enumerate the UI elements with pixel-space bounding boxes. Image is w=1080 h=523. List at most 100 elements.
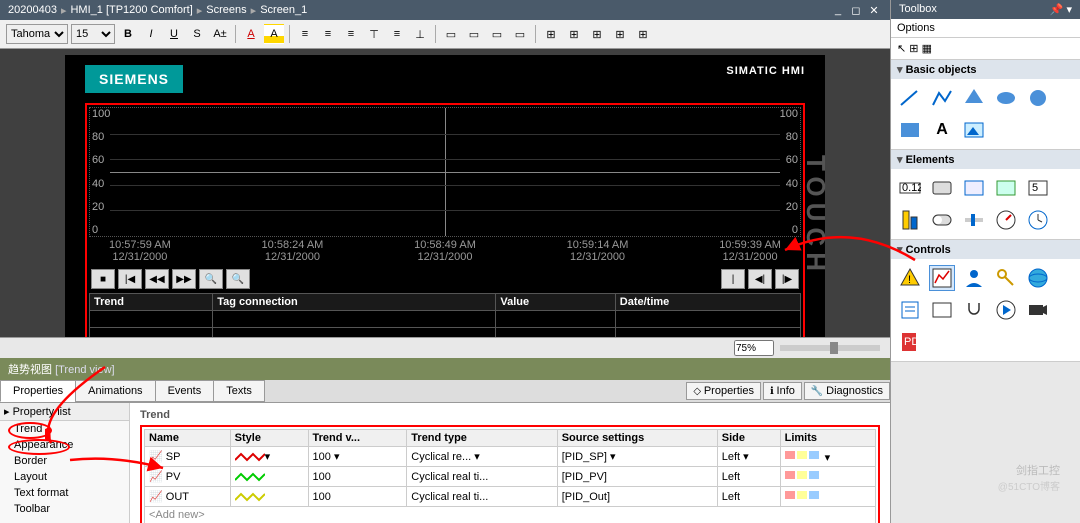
align-right-button[interactable]: ≡ <box>341 24 361 44</box>
add-new-row[interactable]: <Add new> <box>145 507 876 523</box>
breadcrumb: 20200403▸ HMI_1 [TP1200 Comfort]▸ Screen… <box>0 0 890 20</box>
italic-button[interactable]: I <box>141 24 161 44</box>
group4-button[interactable]: ⊞ <box>610 24 630 44</box>
property-nav: ▸ Property list Trend Appearance Border … <box>0 403 130 523</box>
table-row[interactable]: 📈 PV 100Cyclical real ti...[PID_PV]Left <box>145 467 876 487</box>
align-middle-button[interactable]: ≡ <box>387 24 407 44</box>
tab-texts[interactable]: Texts <box>213 380 265 402</box>
nav-border[interactable]: Border <box>0 453 129 469</box>
table-row[interactable]: 📈 SP ▾ 100 ▾Cyclical re... ▾[PID_SP] ▾Le… <box>145 447 876 467</box>
ruler1-button[interactable]: | <box>721 269 745 289</box>
property-list-header[interactable]: ▸ Property list <box>0 403 129 421</box>
symbol-icon[interactable] <box>961 175 987 201</box>
clock-icon[interactable] <box>1025 207 1051 233</box>
layer4-button[interactable]: ▭ <box>510 24 530 44</box>
align-center-button[interactable]: ≡ <box>318 24 338 44</box>
tab-properties[interactable]: Properties <box>0 380 76 402</box>
editor-canvas[interactable]: SIEMENS SIMATIC HMI TOUCH 100806040200 1… <box>0 49 890 337</box>
group3-button[interactable]: ⊞ <box>587 24 607 44</box>
toolbox-close-icon[interactable]: ▾ <box>1066 4 1072 16</box>
section-basic-objects[interactable]: Basic objects <box>891 60 1080 79</box>
layer2-button[interactable]: ▭ <box>464 24 484 44</box>
graphic-icon[interactable] <box>993 175 1019 201</box>
zoom-slider[interactable] <box>780 345 880 351</box>
stethoscope-icon[interactable] <box>961 297 987 323</box>
line-icon[interactable] <box>897 85 923 111</box>
touch-label: TOUCH <box>800 155 831 277</box>
strike-button[interactable]: S <box>187 24 207 44</box>
image-icon[interactable] <box>961 117 987 143</box>
key-icon[interactable] <box>993 265 1019 291</box>
bar-icon[interactable] <box>897 207 923 233</box>
globe-icon[interactable] <box>1025 265 1051 291</box>
align-top-button[interactable]: ⊤ <box>364 24 384 44</box>
align-bottom-button[interactable]: ⊥ <box>410 24 430 44</box>
iofield-icon[interactable]: 0.12 <box>897 175 923 201</box>
switch-icon[interactable] <box>929 207 955 233</box>
grid1-icon[interactable]: ⊞ <box>909 43 918 55</box>
rtab-diagnostics[interactable]: 🔧 Diagnostics <box>804 382 890 400</box>
fontcase-button[interactable]: A± <box>210 24 230 44</box>
rewind-button[interactable]: ◀◀ <box>145 269 169 289</box>
tab-events[interactable]: Events <box>155 380 215 402</box>
media-icon[interactable] <box>929 297 955 323</box>
font-family-select[interactable]: Tahoma <box>6 24 68 44</box>
first-button[interactable]: |◀ <box>118 269 142 289</box>
layer3-button[interactable]: ▭ <box>487 24 507 44</box>
text-icon[interactable]: A <box>929 117 955 143</box>
cursor-icon[interactable]: ↖ <box>897 43 906 55</box>
fontcolor-button[interactable]: A <box>241 24 261 44</box>
format-toolbar: Tahoma 15 B I U S A± A A ≡ ≡ ≡ ⊤ ≡ ⊥ ▭ ▭… <box>0 20 890 49</box>
slider-icon[interactable] <box>961 207 987 233</box>
table-row[interactable]: 📈 OUT 100Cyclical real ti...[PID_Out]Lef… <box>145 487 876 507</box>
polygon-icon[interactable] <box>961 85 987 111</box>
rtab-info[interactable]: ℹ Info <box>763 382 802 400</box>
font-size-select[interactable]: 15 <box>71 24 115 44</box>
section-elements[interactable]: Elements <box>891 150 1080 169</box>
alarm-icon[interactable]: ! <box>897 265 923 291</box>
rect-icon[interactable] <box>897 117 923 143</box>
nav-layout[interactable]: Layout <box>0 469 129 485</box>
circle-icon[interactable] <box>1025 85 1051 111</box>
trend-view-widget[interactable]: 100806040200 100806040200 10:57:59 AM12/… <box>85 103 805 337</box>
ellipse-icon[interactable] <box>993 85 1019 111</box>
forward-button[interactable]: ▶▶ <box>172 269 196 289</box>
ruler3-button[interactable]: |▶ <box>775 269 799 289</box>
zoomout-button[interactable]: 🔍 <box>226 269 250 289</box>
group5-button[interactable]: ⊞ <box>633 24 653 44</box>
user-icon[interactable] <box>961 265 987 291</box>
nav-trend[interactable]: Trend <box>0 421 129 437</box>
section-controls[interactable]: Controls <box>891 240 1080 259</box>
nav-textformat[interactable]: Text format <box>0 485 129 501</box>
svg-text:!: ! <box>908 274 911 286</box>
play-icon[interactable] <box>993 297 1019 323</box>
zoomin-button[interactable]: 🔍 <box>199 269 223 289</box>
stop-button[interactable]: ■ <box>91 269 115 289</box>
underline-button[interactable]: U <box>164 24 184 44</box>
group1-button[interactable]: ⊞ <box>541 24 561 44</box>
zoom-input[interactable] <box>734 340 774 356</box>
date-icon[interactable]: 5 <box>1025 175 1051 201</box>
tab-animations[interactable]: Animations <box>75 380 155 402</box>
fillcolor-button[interactable]: A <box>264 24 284 44</box>
close-icon[interactable]: ✕ <box>866 3 882 17</box>
bold-button[interactable]: B <box>118 24 138 44</box>
gauge-icon[interactable] <box>993 207 1019 233</box>
nav-toolbar[interactable]: Toolbar <box>0 501 129 517</box>
align-left-button[interactable]: ≡ <box>295 24 315 44</box>
polyline-icon[interactable] <box>929 85 955 111</box>
layer1-button[interactable]: ▭ <box>441 24 461 44</box>
recipe-icon[interactable] <box>897 297 923 323</box>
camera-icon[interactable] <box>1025 297 1051 323</box>
pdf-icon[interactable]: PDF <box>897 329 923 355</box>
pin-icon[interactable]: 📌 <box>1050 4 1064 16</box>
group2-button[interactable]: ⊞ <box>564 24 584 44</box>
trendview-icon[interactable] <box>929 265 955 291</box>
maximize-icon[interactable]: ◻ <box>848 3 864 17</box>
button-icon[interactable] <box>929 175 955 201</box>
watermark: 剑指工控@51CTO博客 <box>998 461 1060 493</box>
grid2-icon[interactable]: ▦ <box>922 43 932 55</box>
minimize-icon[interactable]: _ <box>830 3 846 17</box>
ruler2-button[interactable]: ◀| <box>748 269 772 289</box>
rtab-properties[interactable]: ◇ Properties <box>686 382 761 400</box>
